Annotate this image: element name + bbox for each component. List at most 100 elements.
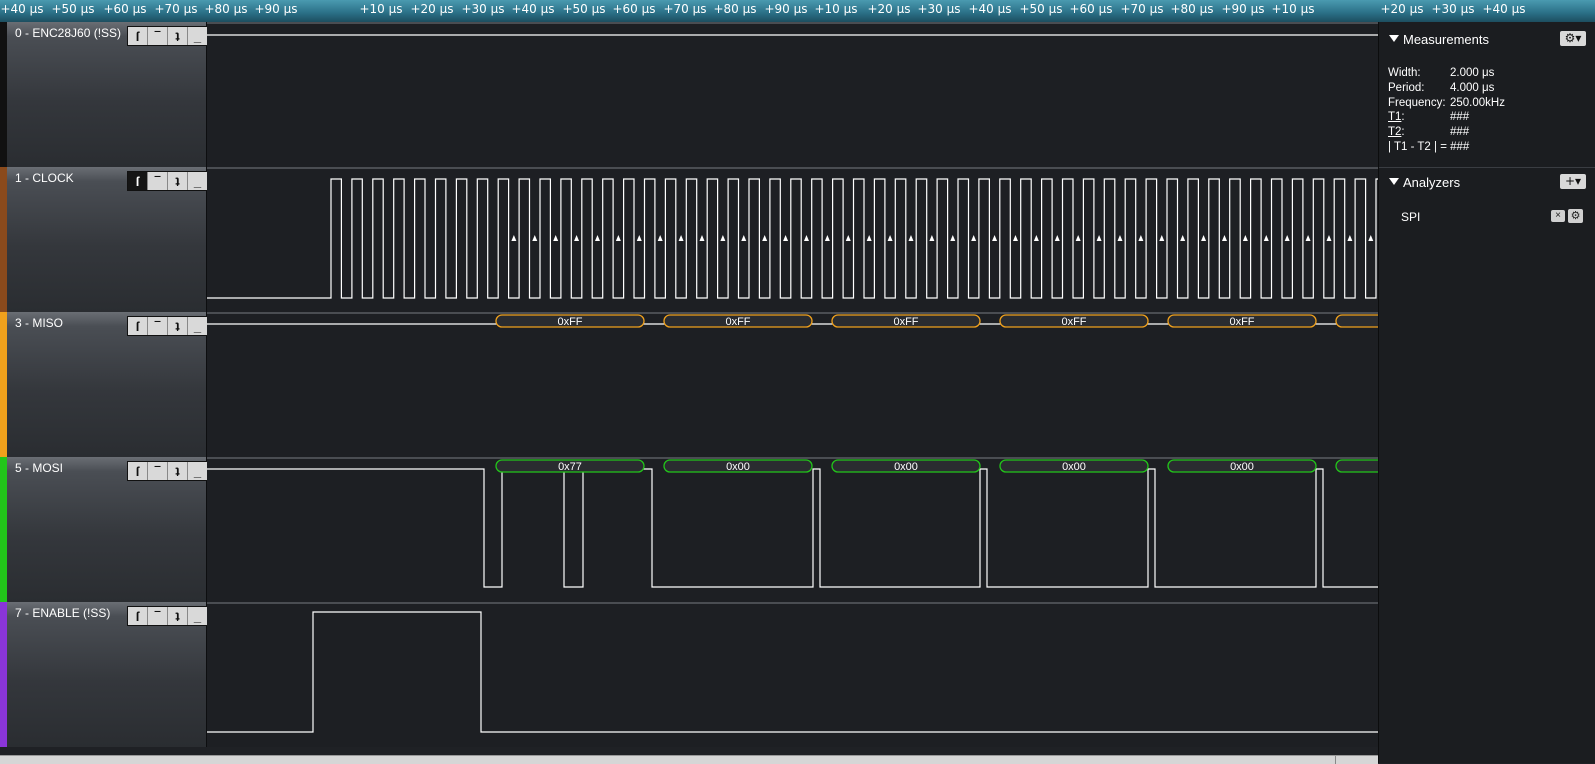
clock-edge-arrow-icon (741, 235, 747, 241)
channel-label-panel[interactable]: 1 - CLOCK ſ ‾ ʇ _ (7, 167, 208, 312)
high-level-trigger-icon[interactable]: ‾ (148, 607, 168, 625)
collapse-triangle-icon[interactable] (1389, 35, 1399, 42)
t-diff-value: ### (1450, 141, 1470, 153)
clock-edge-arrow-icon (1305, 235, 1311, 241)
ruler-tick-label: +20 μs (867, 2, 911, 16)
measure-t1: T1: ### (1388, 111, 1469, 123)
ruler-tick-label: +90 μs (254, 2, 298, 16)
decoded-byte-value: 0x00 (726, 461, 750, 473)
rising-edge-trigger-icon[interactable]: ſ (128, 462, 148, 480)
rising-edge-trigger-icon[interactable]: ſ (128, 317, 148, 335)
channel-name[interactable]: 0 - ENC28J60 (!SS) (15, 26, 121, 40)
decoded-byte-value: 0xFF (1229, 316, 1254, 328)
analyzer-settings-icon[interactable]: ⚙ (1568, 209, 1583, 223)
t1-colon: : (1401, 111, 1405, 123)
channel-label-panel[interactable]: 5 - MOSI ſ ‾ ʇ _ (7, 457, 208, 602)
decoded-byte-bubble[interactable] (1335, 314, 1378, 328)
decoded-byte-value: 0xFF (893, 316, 918, 328)
ruler-tick-label: +40 μs (0, 2, 44, 16)
analyzer-item-spi[interactable]: SPI (1401, 210, 1420, 224)
analyzers-header[interactable]: Analyzers +▾ (1379, 168, 1595, 198)
ruler-tick-label: +90 μs (1221, 2, 1265, 16)
falling-edge-trigger-icon[interactable]: ʇ (168, 27, 188, 45)
low-level-trigger-icon[interactable]: _ (188, 607, 207, 625)
decoded-byte-value: 0x00 (1230, 461, 1254, 473)
clock-edge-arrow-icon (594, 235, 600, 241)
remove-analyzer-icon[interactable]: × (1551, 210, 1565, 222)
clock-edge-arrow-icon (657, 235, 663, 241)
time-ruler[interactable]: +40 μs +50 μs +60 μs +70 μs +80 μs +90 μs +10 … (0, 0, 1595, 23)
clock-edge-arrow-icon (1242, 235, 1248, 241)
measure-t-diff: | T1 - T2 | = ### (1388, 141, 1469, 153)
clock-edge-arrow-icon (1033, 235, 1039, 241)
ruler-tick-label: +20 μs (1380, 2, 1424, 16)
ruler-tick-label: +10 μs (1271, 2, 1315, 16)
channel-name[interactable]: 5 - MOSI (15, 461, 63, 475)
decoded-byte-value: 0x00 (1062, 461, 1086, 473)
channel-row: 1 - CLOCK ſ ‾ ʇ _ (0, 167, 1378, 312)
high-level-trigger-icon[interactable]: ‾ (148, 27, 168, 45)
waveform-plot[interactable] (207, 602, 1378, 747)
clock-edge-arrow-icon (1263, 235, 1269, 241)
ruler-tick-label: +30 μs (461, 2, 505, 16)
rising-edge-trigger-icon[interactable]: ſ (128, 607, 148, 625)
ruler-tick-label: +70 μs (154, 2, 198, 16)
low-level-trigger-icon[interactable]: _ (188, 27, 207, 45)
ruler-tick-label: +40 μs (968, 2, 1012, 16)
channel-label-panel[interactable]: 7 - ENABLE (!SS) ſ ‾ ʇ _ (7, 602, 208, 747)
clock-edge-arrow-icon (678, 235, 684, 241)
trigger-buttons: ſ ‾ ʇ _ (127, 316, 208, 336)
decoded-byte-value: 0x00 (894, 461, 918, 473)
t2-label[interactable]: T2 (1388, 126, 1401, 138)
waveform-plot[interactable] (207, 167, 1378, 312)
falling-edge-trigger-icon[interactable]: ʇ (168, 607, 188, 625)
falling-edge-trigger-icon[interactable]: ʇ (168, 462, 188, 480)
decoded-byte-bubble[interactable] (1335, 459, 1378, 473)
high-level-trigger-icon[interactable]: ‾ (148, 462, 168, 480)
clock-edge-arrow-icon (1159, 235, 1165, 241)
waveform-plot[interactable]: 0x77 0x00 0x00 0x00 0x00 (207, 457, 1378, 602)
low-level-trigger-icon[interactable]: _ (188, 462, 207, 480)
clock-edge-arrow-icon (1284, 235, 1290, 241)
measurements-gear-icon[interactable]: ⚙▾ (1560, 31, 1586, 46)
clock-edge-arrow-icon (1347, 235, 1353, 241)
ruler-tick-label: +90 μs (764, 2, 808, 16)
high-level-trigger-icon[interactable]: ‾ (148, 172, 168, 190)
clock-edge-arrow-icon (553, 235, 559, 241)
ruler-tick-label: +80 μs (1170, 2, 1214, 16)
high-level-trigger-icon[interactable]: ‾ (148, 317, 168, 335)
ruler-tick-label: +10 μs (359, 2, 403, 16)
channel-row: 5 - MOSI ſ ‾ ʇ _ 0x77 0x00 0x00 0x00 0x00 (0, 457, 1378, 602)
clock-edge-arrow-icon (1368, 235, 1374, 241)
rising-edge-trigger-icon[interactable]: ſ (128, 172, 148, 190)
low-level-trigger-icon[interactable]: _ (188, 317, 207, 335)
channel-name[interactable]: 1 - CLOCK (15, 171, 74, 185)
trigger-buttons: ſ ‾ ʇ _ (127, 171, 208, 191)
channel-row: 3 - MISO ſ ‾ ʇ _ 0xFF 0xFF 0xFF 0xFF 0xFF (0, 312, 1378, 457)
channel-name[interactable]: 7 - ENABLE (!SS) (15, 606, 110, 620)
rising-edge-trigger-icon[interactable]: ſ (128, 27, 148, 45)
measurements-header[interactable]: Measurements ⚙▾ (1379, 25, 1595, 55)
low-level-trigger-icon[interactable]: _ (188, 172, 207, 190)
falling-edge-trigger-icon[interactable]: ʇ (168, 317, 188, 335)
t1-value: ### (1450, 111, 1470, 123)
waveform-plot[interactable]: 0xFF 0xFF 0xFF 0xFF 0xFF (207, 312, 1378, 457)
falling-edge-trigger-icon[interactable]: ʇ (168, 172, 188, 190)
channel-label-panel[interactable]: 3 - MISO ſ ‾ ʇ _ (7, 312, 208, 457)
measurements-title: Measurements (1403, 32, 1489, 47)
period-value: 4.000 μs (1450, 82, 1495, 94)
measure-frequency: Frequency: 250.00kHz (1388, 97, 1505, 109)
clock-edge-arrow-icon (720, 235, 726, 241)
waveform-svg: 0x77 0x00 0x00 0x00 0x00 (207, 459, 1378, 588)
t1-label[interactable]: T1 (1388, 111, 1401, 123)
ruler-tick-label: +70 μs (1120, 2, 1164, 16)
add-analyzer-icon[interactable]: +▾ (1560, 174, 1586, 189)
t-diff-label: | T1 - T2 | = (1388, 141, 1447, 153)
channel-label-panel[interactable]: 0 - ENC28J60 (!SS) ſ ‾ ʇ _ (7, 22, 208, 167)
clock-edge-arrow-icon (1117, 235, 1123, 241)
waveform-plot[interactable] (207, 22, 1378, 167)
channel-name[interactable]: 3 - MISO (15, 316, 63, 330)
decoded-byte-value: 0xFF (725, 316, 750, 328)
clock-edge-arrow-icon (908, 235, 914, 241)
collapse-triangle-icon[interactable] (1389, 178, 1399, 185)
